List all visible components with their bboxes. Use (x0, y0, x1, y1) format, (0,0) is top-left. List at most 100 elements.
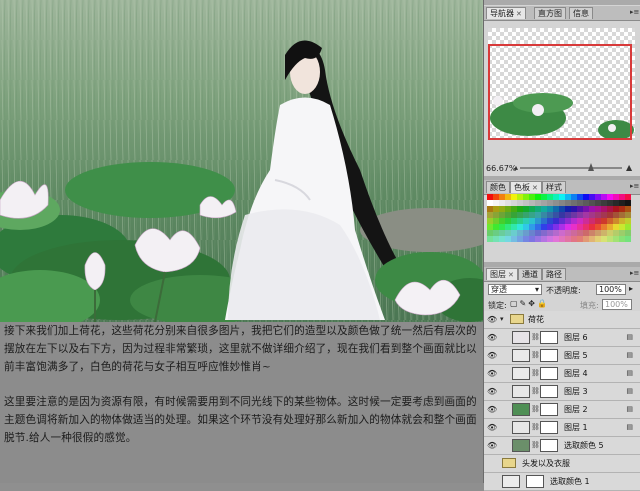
zoom-out-icon[interactable]: ▴ (514, 163, 518, 172)
swatch-grid[interactable] (487, 194, 633, 245)
layers-tab-row: 图层 ✕ 通道 路径 ▸≡ (484, 267, 640, 282)
visibility-eye-icon[interactable]: 👁 (487, 405, 497, 414)
visibility-eye-icon[interactable]: 👁 (487, 315, 497, 324)
zoom-in-icon[interactable]: ▲ (626, 163, 632, 172)
article-text-area: 接下来我们加上荷花，这些荷花分别来自很多图片，我把它们的造型以及颜色做了统一然后… (0, 322, 483, 483)
visibility-eye-icon[interactable]: 👁 (487, 351, 497, 360)
layer-row[interactable]: 👁 ⛓ 图层 3 ▤ (484, 383, 640, 401)
layer-row[interactable]: 👁 ⛓ 图层 6 ▤ (484, 329, 640, 347)
layer-mask-thumbnail[interactable] (526, 475, 544, 488)
tab-styles-label: 样式 (546, 183, 562, 192)
navigator-view-frame[interactable] (488, 44, 632, 140)
tab-styles[interactable]: 样式 (542, 181, 566, 193)
folder-icon (502, 458, 516, 468)
layer-thumbnail (512, 331, 530, 344)
layer-style-icon: ▤ (626, 387, 633, 395)
layer-style-icon: ▤ (626, 405, 633, 413)
tab-info[interactable]: 信息 (569, 7, 593, 19)
layer-row[interactable]: 👁 ⛓ 选取颜色 5 (484, 437, 640, 455)
layer-thumbnail (512, 439, 530, 452)
opacity-label: 不透明度: (546, 286, 581, 295)
tab-layers[interactable]: 图层 ✕ (486, 268, 518, 280)
visibility-eye-icon[interactable]: 👁 (487, 387, 497, 396)
close-icon[interactable]: ✕ (516, 10, 522, 18)
layer-mask-thumbnail[interactable] (540, 367, 558, 380)
layer-thumbnail (512, 421, 530, 434)
tab-info-label: 信息 (573, 9, 589, 18)
layer-thumbnail (512, 385, 530, 398)
chevron-down-icon: ▾ (534, 285, 539, 294)
fill-label: 填充: (580, 301, 599, 310)
folder-icon (510, 314, 524, 324)
panel-menu-icon[interactable]: ▸≡ (630, 8, 639, 16)
layer-style-icon: ▤ (626, 423, 633, 431)
opacity-input[interactable]: 100% (596, 284, 626, 295)
layer-row[interactable]: 👁 ⛓ 图层 5 ▤ (484, 347, 640, 365)
opacity-value: 100% (599, 285, 622, 294)
tab-paths[interactable]: 路径 (542, 268, 566, 280)
adjustment-layer-icon (502, 475, 520, 488)
link-icon[interactable]: ⛓ (531, 405, 540, 413)
layer-group-name: 荷花 (528, 315, 544, 324)
layer-name: 选取颜色 1 (550, 477, 590, 486)
navigator-tab-row: 导航器 ✕ 直方图 信息 ▸≡ (484, 6, 640, 21)
link-icon[interactable]: ⛓ (531, 387, 540, 395)
layer-row[interactable]: 👁 ⛓ 图层 2 ▤ (484, 401, 640, 419)
visibility-eye-icon[interactable]: 👁 (487, 369, 497, 378)
close-icon[interactable]: ✕ (508, 271, 514, 279)
lock-label: 锁定: (488, 301, 507, 310)
blend-mode-value: 穿透 (491, 285, 507, 294)
tab-channels[interactable]: 通道 (518, 268, 542, 280)
zoom-value[interactable]: 66.67% (486, 164, 517, 173)
tab-navigator[interactable]: 导航器 ✕ (486, 7, 526, 19)
layer-mask-thumbnail[interactable] (540, 331, 558, 344)
visibility-eye-icon[interactable]: 👁 (487, 423, 497, 432)
tab-color[interactable]: 颜色 (486, 181, 510, 193)
link-icon[interactable]: ⛓ (531, 423, 540, 431)
chevron-down-icon[interactable]: ▾ (500, 315, 504, 323)
visibility-eye-icon[interactable]: 👁 (487, 333, 497, 342)
link-icon[interactable]: ⛓ (531, 369, 540, 377)
layer-row[interactable]: 👁选取颜色 1 (484, 473, 640, 491)
layer-mask-thumbnail[interactable] (540, 439, 558, 452)
color-swatch[interactable] (625, 236, 631, 242)
fill-value: 100% (605, 300, 628, 309)
panel-menu-icon[interactable]: ▸≡ (630, 269, 639, 277)
layer-name: 头发以及衣服 (522, 459, 570, 468)
tab-navigator-label: 导航器 (490, 9, 514, 18)
visibility-eye-icon[interactable]: 👁 (487, 441, 497, 450)
layer-style-icon: ▤ (626, 333, 633, 341)
photoshop-panels: 导航器 ✕ 直方图 信息 ▸≡ 66.67% ▴ ▲ 颜色 色板 ✕ 样式 ▸≡… (483, 0, 640, 491)
layer-row[interactable]: 👁 ⛓ 图层 4 ▤ (484, 365, 640, 383)
tab-channels-label: 通道 (522, 270, 538, 279)
panel-drag-bar[interactable] (484, 0, 640, 5)
panel-menu-icon[interactable]: ▸≡ (630, 182, 639, 190)
tab-color-label: 颜色 (490, 183, 506, 192)
layer-mask-thumbnail[interactable] (540, 385, 558, 398)
zoom-slider[interactable] (520, 167, 622, 169)
tab-swatches[interactable]: 色板 ✕ (510, 181, 542, 193)
tab-histogram[interactable]: 直方图 (534, 7, 566, 19)
fill-input[interactable]: 100% (602, 299, 632, 310)
link-icon[interactable]: ⛓ (531, 351, 540, 359)
swatches-tab-row: 颜色 色板 ✕ 样式 ▸≡ (484, 180, 640, 195)
layer-name: 选取颜色 5 (564, 441, 604, 450)
layer-thumbnail (512, 367, 530, 380)
lock-icons[interactable]: ▢✎✥🔒 (510, 299, 549, 308)
layer-mask-thumbnail[interactable] (540, 403, 558, 416)
layer-mask-thumbnail[interactable] (540, 349, 558, 362)
layer-name: 图层 5 (564, 351, 588, 360)
layer-row[interactable]: 👁 ⛓ 图层 1 ▤ (484, 419, 640, 437)
layer-name: 图层 1 (564, 423, 588, 432)
link-icon[interactable]: ⛓ (531, 441, 540, 449)
tab-paths-label: 路径 (546, 270, 562, 279)
layer-name: 图层 6 (564, 333, 588, 342)
blend-mode-select[interactable]: 穿透 ▾ (488, 284, 542, 295)
link-icon[interactable]: ⛓ (531, 333, 540, 341)
close-icon[interactable]: ✕ (532, 184, 538, 192)
layer-mask-thumbnail[interactable] (540, 421, 558, 434)
layer-row[interactable]: 👁头发以及衣服 (484, 455, 640, 473)
layer-group-lotus[interactable]: 👁 ▾ 荷花 (484, 311, 640, 329)
article-paragraph-1: 接下来我们加上荷花，这些荷花分别来自很多图片，我把它们的造型以及颜色做了统一然后… (4, 325, 477, 373)
opacity-arrow-icon[interactable]: ▸ (629, 284, 633, 293)
